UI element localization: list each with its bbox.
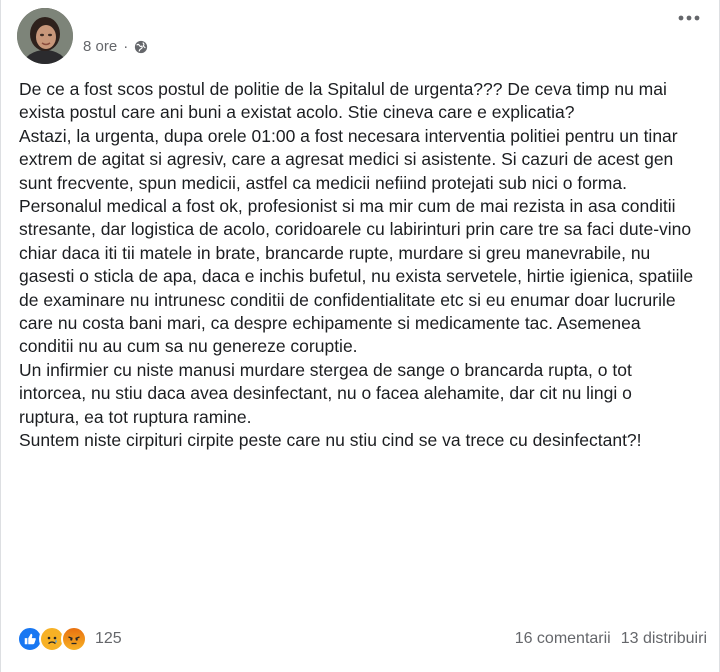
post-header: 8 ore · — [17, 8, 707, 64]
facebook-post: 8 ore · De ce a fost scos postul de poli… — [0, 0, 720, 672]
post-paragraph: De ce a fost scos postul de politie de l… — [19, 79, 667, 123]
shares-count[interactable]: 13 distribuiri — [621, 630, 707, 648]
post-meta: 8 ore · — [83, 38, 148, 55]
reactions-summary[interactable]: 125 — [17, 626, 122, 652]
post-paragraph: Astazi, la urgenta, dupa orele 01:00 a f… — [19, 125, 678, 193]
post-paragraph: Suntem niste cirpituri cirpite peste car… — [19, 430, 642, 451]
post-footer: 125 16 comentarii 13 distribuiri — [17, 624, 707, 654]
reaction-count[interactable]: 125 — [95, 630, 122, 648]
more-options-button[interactable] — [675, 8, 703, 28]
angry-icon — [61, 626, 87, 652]
post-paragraph: Un infirmier cu niste manusi murdare ste… — [19, 359, 632, 427]
post-time[interactable]: 8 ore — [83, 38, 117, 55]
avatar[interactable] — [17, 8, 73, 64]
post-paragraph: Personalul medical a fost ok, profesioni… — [19, 196, 694, 357]
globe-icon[interactable] — [134, 40, 148, 54]
post-stats: 16 comentarii 13 distribuiri — [515, 630, 707, 648]
more-horizontal-icon — [678, 15, 700, 21]
comments-count[interactable]: 16 comentarii — [515, 630, 611, 648]
post-body: De ce a fost scos postul de politie de l… — [19, 78, 695, 453]
